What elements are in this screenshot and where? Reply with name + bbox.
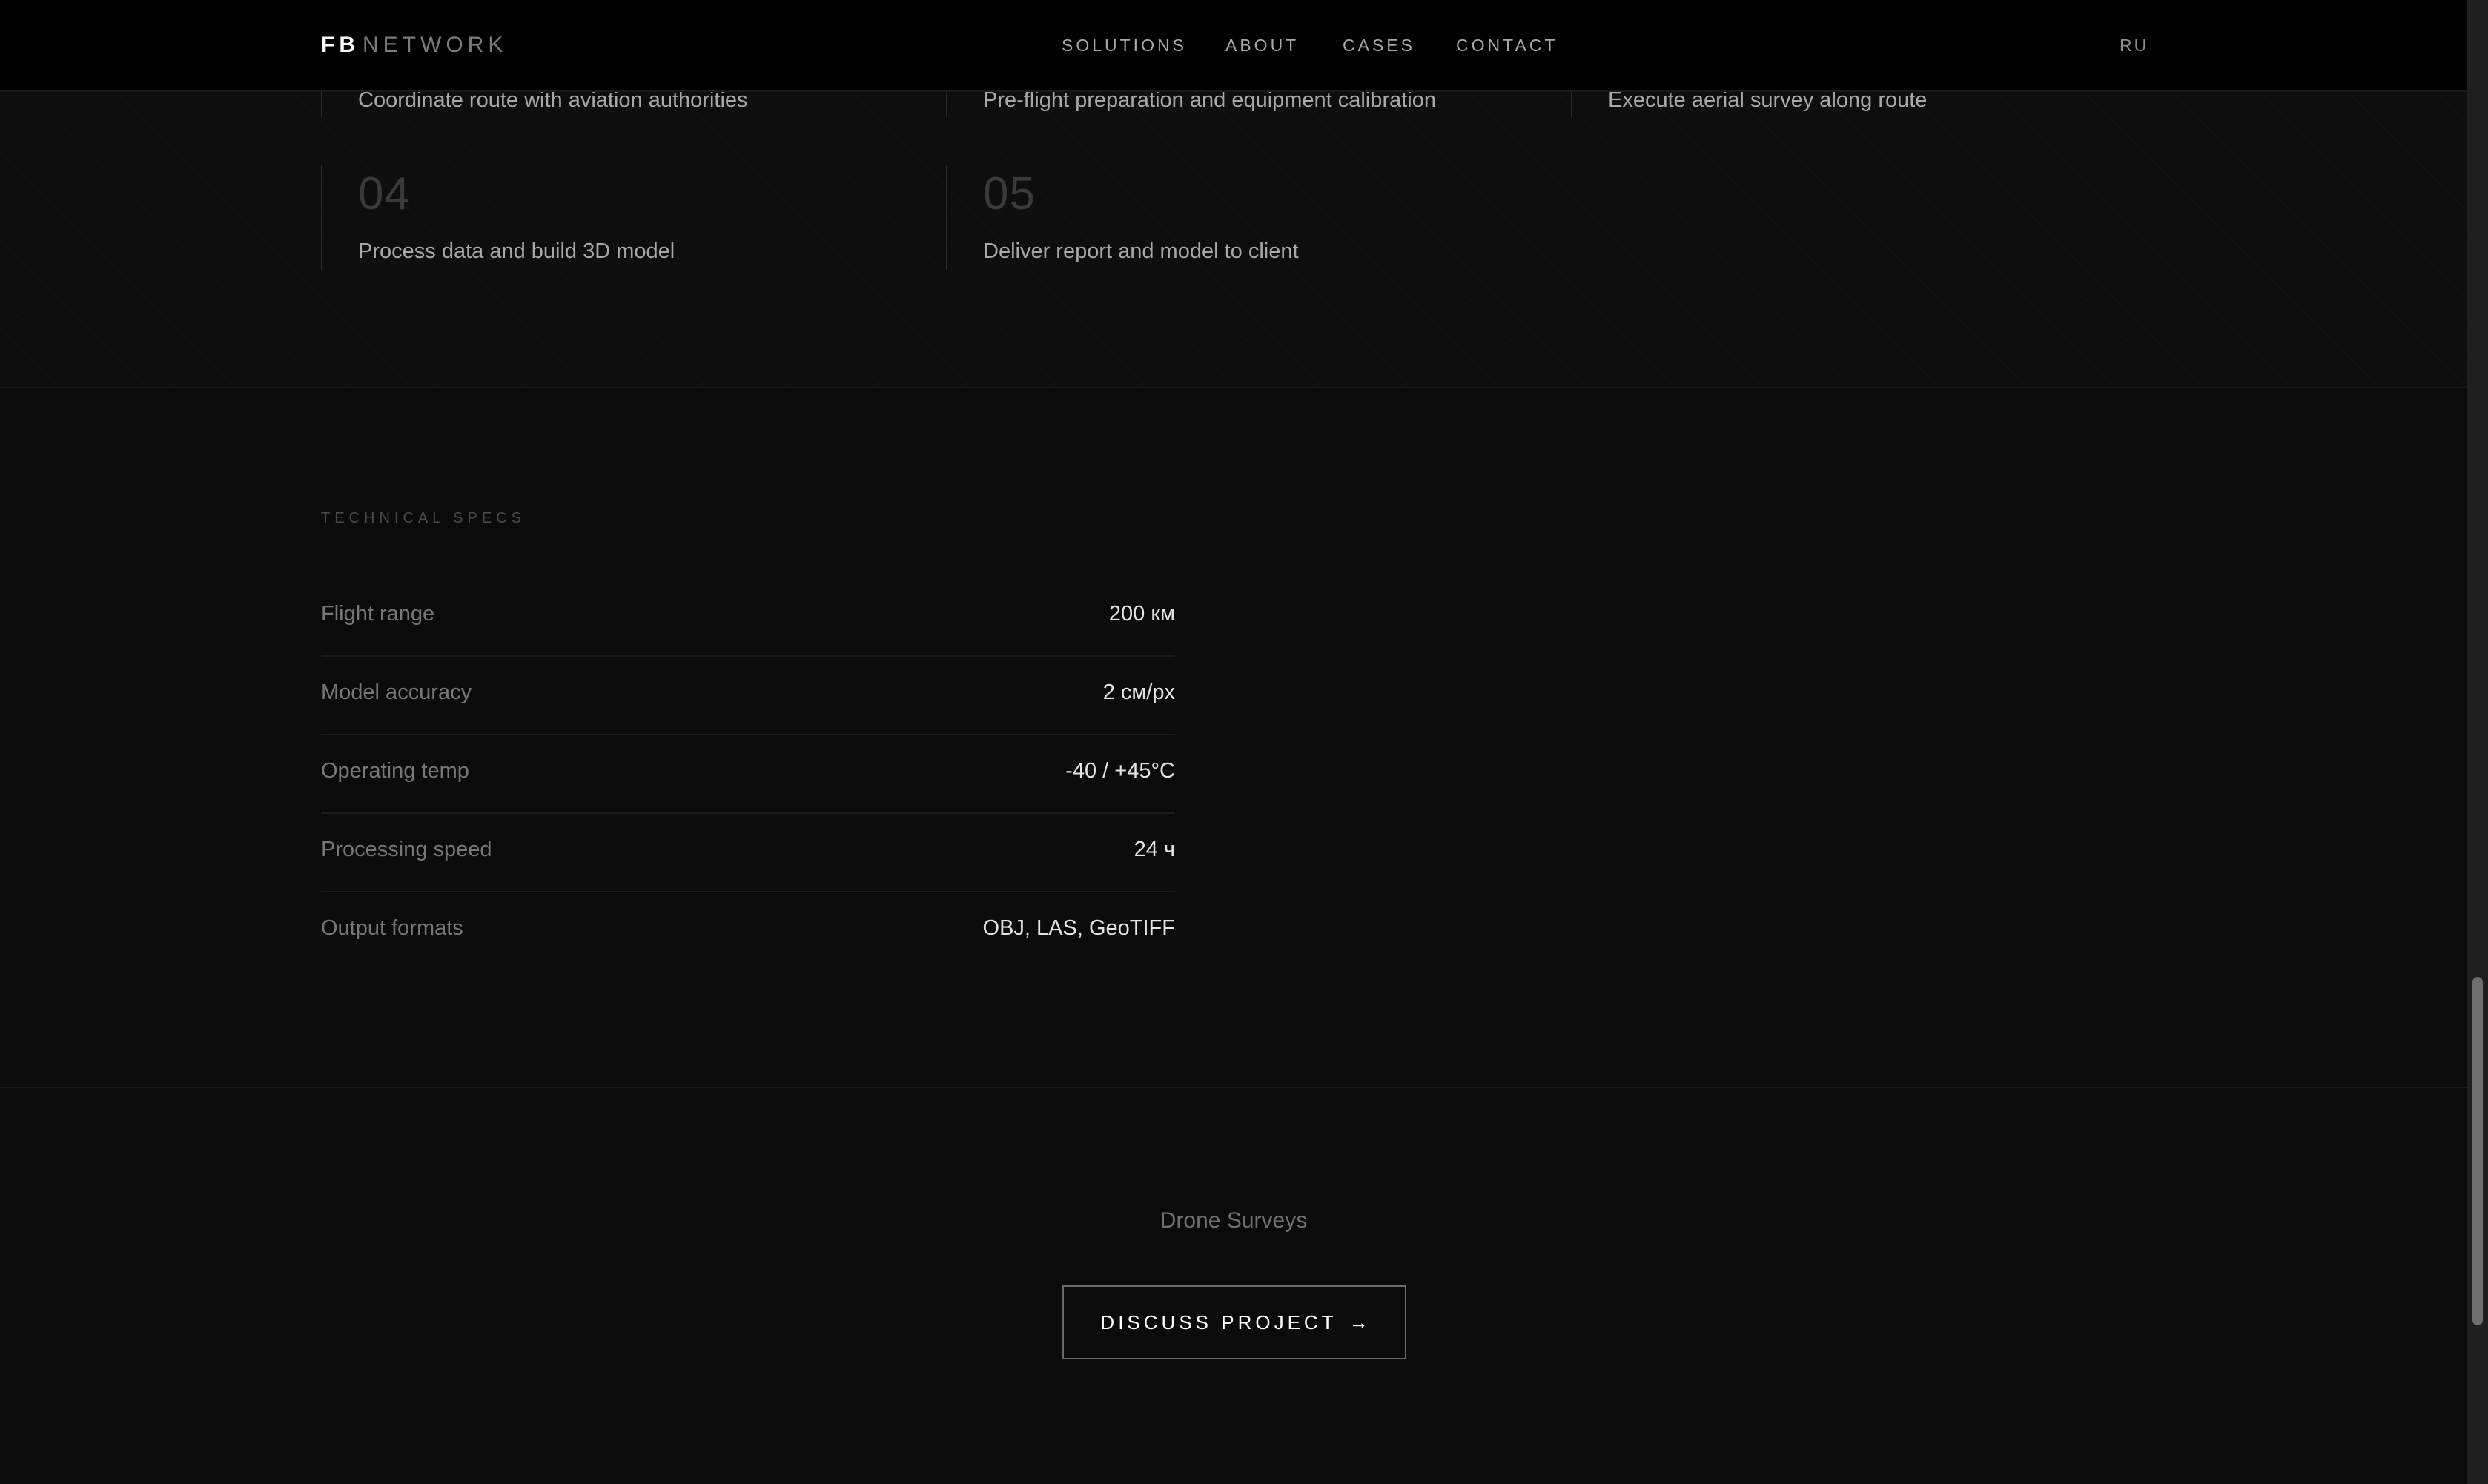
specs-section: TECHNICAL SPECS Flight range 200 км Mode… [0,390,2467,1088]
spec-value: 200 км [1108,602,1175,626]
spec-label: Operating temp [321,759,469,783]
spec-value: 2 см/px [1102,680,1175,704]
nav-link-about[interactable]: ABOUT [1225,36,1299,56]
spec-value: -40 / +45°C [1065,759,1175,783]
step-text: Process data and build 3D model [358,239,675,263]
step-number: 05 [983,168,1036,219]
spec-row: Operating temp -40 / +45°C [321,735,1175,814]
spec-row: Processing speed 24 ч [321,814,1175,892]
spec-label: Output formats [321,916,463,940]
spec-label: Model accuracy [321,680,472,704]
process-step-05: 05 Deliver report and model to client [946,165,1299,270]
spec-label: Processing speed [321,838,492,861]
spec-row: Flight range 200 км [321,578,1175,657]
scrollbar[interactable] [2467,0,2488,1484]
spec-label: Flight range [321,602,435,626]
cta-section: Drone Surveys DISCUSS PROJECT → [0,1090,2467,1484]
spec-value: 24 ч [1134,838,1175,861]
discuss-project-button[interactable]: DISCUSS PROJECT → [1062,1285,1406,1359]
step-text: Deliver report and model to client [983,239,1299,263]
page: Coordinate route with aviation authoriti… [0,0,2467,1484]
section-label: TECHNICAL SPECS [321,510,526,526]
logo-bold-text: FB [321,33,360,57]
logo-light-text: NETWORK [363,33,508,57]
nav-link-solutions[interactable]: SOLUTIONS [1062,36,1187,56]
spec-value: OBJ, LAS, GeoTIFF [982,916,1175,940]
button-label: DISCUSS PROJECT [1100,1311,1337,1334]
nav-link-cases[interactable]: CASES [1343,36,1415,56]
specs-table: Flight range 200 км Model accuracy 2 см/… [321,578,1175,971]
logo[interactable]: FB NETWORK [321,33,507,58]
language-switch[interactable]: RU [2120,36,2148,56]
navbar: FB NETWORK SOLUTIONS ABOUT CASES CONTACT … [0,0,2467,92]
step-number: 04 [358,168,411,219]
process-step-04: 04 Process data and build 3D model [321,165,675,270]
cta-subtitle: Drone Surveys [1159,1208,1308,1233]
spec-row: Output formats OBJ, LAS, GeoTIFF [321,892,1175,971]
scrollbar-thumb[interactable] [2472,977,2483,1325]
spec-row: Model accuracy 2 см/px [321,657,1175,735]
arrow-right-icon: → [1349,1311,1369,1334]
nav-link-contact[interactable]: CONTACT [1456,36,1558,56]
